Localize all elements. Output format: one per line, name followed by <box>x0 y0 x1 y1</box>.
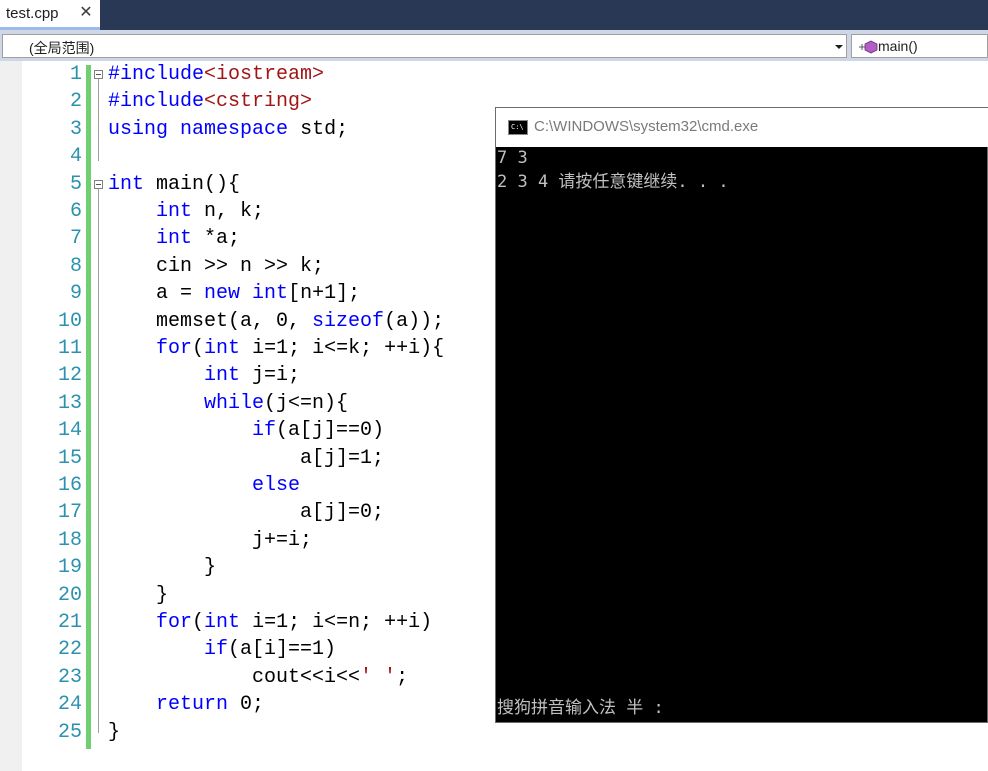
scope-label: (全局范围) <box>29 40 95 56</box>
document-tab-strip: test.cpp ✕ <box>0 0 988 30</box>
code-line[interactable]: return 0; <box>108 691 264 718</box>
code-line[interactable]: } <box>108 554 216 581</box>
line-number: 21 <box>57 611 82 634</box>
line-number: 13 <box>57 391 82 415</box>
cmd-icon: C:\ <box>508 120 528 135</box>
code-line[interactable]: memset(a, 0, sizeof(a)); <box>108 308 444 335</box>
code-line[interactable]: j+=i; <box>108 527 312 554</box>
line-number: 6 <box>69 200 82 223</box>
line-number: 4 <box>69 145 82 169</box>
close-icon[interactable]: ✕ <box>78 3 94 23</box>
console-title-bar[interactable]: C:\ C:\WINDOWS\system32\cmd.exe <box>496 108 988 147</box>
code-line[interactable]: } <box>108 582 168 609</box>
code-line[interactable]: int j=i; <box>108 362 300 389</box>
code-line[interactable]: a[j]=0; <box>108 499 384 526</box>
line-number: 9 <box>69 282 82 306</box>
line-number: 22 <box>57 638 82 662</box>
code-line[interactable]: for(int i=1; i<=k; ++i){ <box>108 335 444 362</box>
function-icon <box>859 40 878 54</box>
collapse-icon[interactable] <box>94 180 103 189</box>
line-number: 7 <box>69 227 82 251</box>
code-line[interactable]: else <box>108 472 300 499</box>
change-tracking-bar <box>86 65 91 749</box>
code-line[interactable]: #include<iostream> <box>108 61 324 88</box>
code-line[interactable]: } <box>108 719 120 746</box>
member-dropdown[interactable]: main() <box>851 34 988 58</box>
line-number: 12 <box>57 364 82 388</box>
line-number: 20 <box>57 583 82 607</box>
outline-line <box>98 189 99 733</box>
code-line[interactable]: using namespace std; <box>108 116 348 143</box>
code-line[interactable]: #include<cstring> <box>108 88 312 115</box>
code-line[interactable]: int n, k; <box>108 198 264 225</box>
code-line[interactable]: cin >> n >> k; <box>108 253 324 280</box>
navigation-bar: (全局范围) main() <box>0 30 988 61</box>
outline-line <box>98 79 99 161</box>
line-number: 1 <box>69 63 82 86</box>
line-number: 16 <box>57 474 82 497</box>
line-number: 11 <box>57 337 82 360</box>
ime-status: 搜狗拼音输入法 半 : <box>497 698 664 718</box>
code-line[interactable]: while(j<=n){ <box>108 390 348 417</box>
line-number: 2 <box>69 90 82 114</box>
console-output-line: 7 3 <box>497 148 528 168</box>
line-number: 19 <box>57 556 82 580</box>
line-number: 10 <box>57 309 82 333</box>
collapse-icon[interactable] <box>94 70 103 79</box>
line-number: 25 <box>57 720 82 744</box>
console-window[interactable]: C:\ C:\WINDOWS\system32\cmd.exe 7 3 2 3 … <box>495 107 988 723</box>
code-line[interactable]: for(int i=1; i<=n; ++i) <box>108 609 432 636</box>
tab-title: test.cpp <box>6 5 59 22</box>
line-number: 5 <box>69 172 82 196</box>
line-number: 8 <box>69 254 82 278</box>
line-number: 3 <box>69 117 82 141</box>
code-line[interactable]: if(a[i]==1) <box>108 636 336 663</box>
indicator-margin <box>0 61 22 771</box>
code-line[interactable]: if(a[j]==0) <box>108 417 384 444</box>
member-label: main() <box>878 38 918 54</box>
scope-dropdown[interactable]: (全局范围) <box>2 34 847 58</box>
line-number: 14 <box>57 419 82 443</box>
code-line[interactable]: a[j]=1; <box>108 445 384 472</box>
console-title: C:\WINDOWS\system32\cmd.exe <box>534 118 759 135</box>
line-number: 18 <box>57 528 82 552</box>
code-line[interactable]: a = new int[n+1]; <box>108 280 360 307</box>
line-number: 23 <box>57 665 82 689</box>
console-output-line: 2 3 4 请按任意键继续. . . <box>497 172 729 192</box>
code-line[interactable]: int *a; <box>108 225 240 252</box>
line-number: 24 <box>57 693 82 717</box>
console-output: 7 3 2 3 4 请按任意键继续. . . 搜狗拼音输入法 半 : <box>496 147 988 724</box>
line-number: 15 <box>57 446 82 470</box>
chevron-down-icon <box>835 45 843 49</box>
line-number: 17 <box>57 501 82 525</box>
code-line[interactable]: cout<<i<<' '; <box>108 664 408 691</box>
code-line[interactable]: int main(){ <box>108 171 240 198</box>
tab-test-cpp[interactable]: test.cpp ✕ <box>0 0 100 30</box>
